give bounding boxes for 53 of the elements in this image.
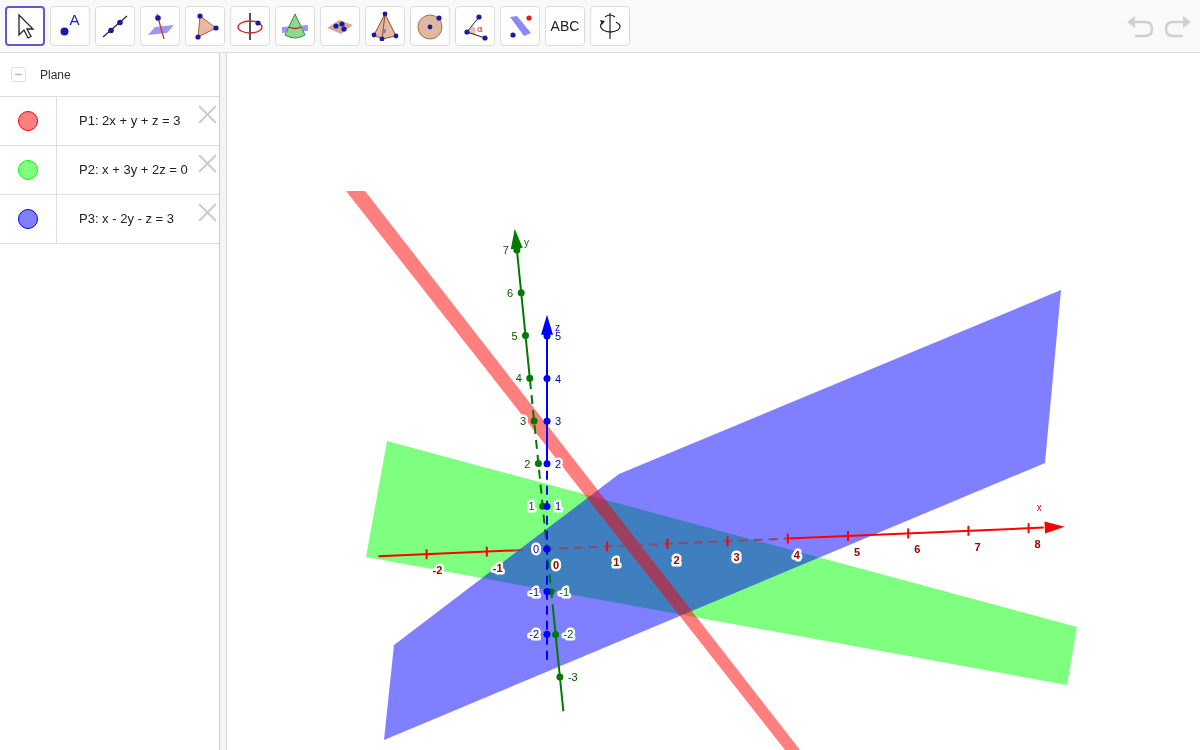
close-icon xyxy=(198,105,217,125)
plane-equation[interactable]: P1: 2x + y + z = 3 xyxy=(79,111,181,131)
sphere-icon xyxy=(415,11,445,41)
pyramid-icon xyxy=(370,11,400,41)
plane-equation[interactable]: P3: x - 2y - z = 3 xyxy=(79,209,174,229)
visibility-dot[interactable] xyxy=(18,209,38,229)
tick-label: 6 xyxy=(507,286,514,299)
tick-label: -2 xyxy=(529,628,539,641)
tick-label: 2 xyxy=(524,457,531,470)
cone-icon xyxy=(280,11,310,41)
tick-label: -3 xyxy=(567,671,578,684)
tick-label: -1 xyxy=(559,585,570,598)
redo-icon xyxy=(1163,14,1193,38)
visibility-dot[interactable] xyxy=(18,111,38,131)
plane[interactable] xyxy=(384,290,1061,740)
tick-label: 5 xyxy=(511,329,518,342)
plane[interactable] xyxy=(366,441,1077,685)
tick-label: 6 xyxy=(914,543,921,556)
tick-label: 4 xyxy=(515,372,522,385)
tick-label: 8 xyxy=(1034,538,1041,551)
axis-label: x xyxy=(1036,502,1042,514)
tick-label: -2 xyxy=(432,564,443,577)
tick-label: 4 xyxy=(555,372,562,385)
tick-label: 1 xyxy=(613,556,620,569)
tick-label: 0 xyxy=(553,559,560,571)
tick-label: 3 xyxy=(519,414,527,427)
tick-label: 5 xyxy=(854,546,861,558)
tick-label: 3 xyxy=(733,551,740,564)
tick-label: 7 xyxy=(502,244,509,257)
tool-button[interactable] xyxy=(5,6,45,46)
point-icon xyxy=(60,26,70,36)
tick-label: -1 xyxy=(529,585,539,598)
tick-label: 7 xyxy=(974,540,981,553)
tick-label: 1 xyxy=(528,500,535,513)
undo-icon xyxy=(1125,14,1155,38)
group-label: Plane xyxy=(40,66,71,84)
tick-label: 3 xyxy=(555,415,562,428)
tick-label: -2 xyxy=(563,628,574,641)
tick-label: 2 xyxy=(555,457,562,470)
tick-label: 2 xyxy=(673,553,680,566)
close-icon xyxy=(198,154,217,174)
plane-equation[interactable]: P2: x + 3y + 2z = 0 xyxy=(79,160,188,180)
text-tool-button[interactable]: ABC xyxy=(545,6,585,46)
collapse-toggle[interactable] xyxy=(11,67,26,82)
tick-label: -1 xyxy=(492,561,503,574)
close-icon xyxy=(198,203,217,223)
tick-label: 1 xyxy=(555,500,562,513)
tool-button[interactable]: A xyxy=(50,6,90,46)
axis-label: y xyxy=(524,236,530,248)
circle-around-axis-icon xyxy=(235,11,265,41)
plane[interactable] xyxy=(346,191,800,750)
plane-line-icon xyxy=(145,11,175,41)
tick-label: 4 xyxy=(793,548,800,561)
